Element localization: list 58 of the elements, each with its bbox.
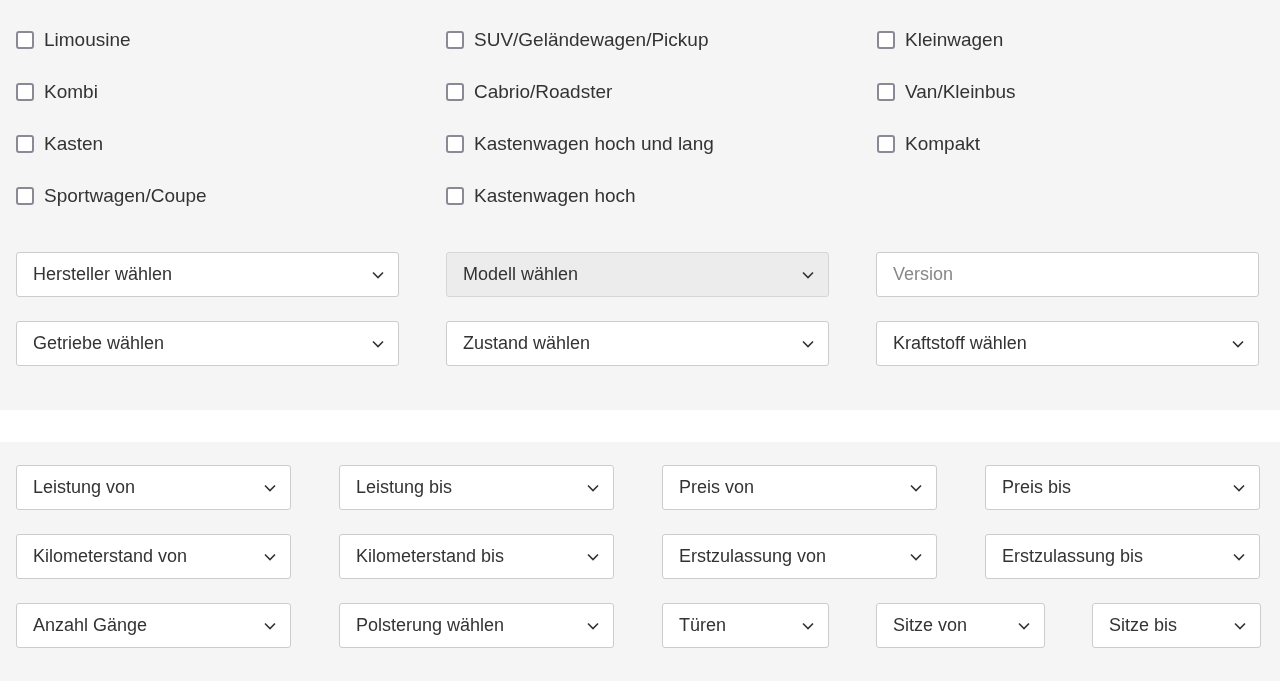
chevron-down-icon <box>264 621 276 630</box>
checkbox-label: Limousine <box>44 28 131 52</box>
checkbox[interactable] <box>446 83 464 101</box>
chevron-down-icon <box>1233 483 1245 492</box>
dropdown[interactable]: Kilometerstand bis <box>339 534 614 579</box>
checkbox-label: Sportwagen/Coupe <box>44 184 207 208</box>
chevron-down-icon <box>1018 621 1030 630</box>
dropdown[interactable]: Erstzulassung von <box>662 534 937 579</box>
dropdown[interactable]: Polsterung wählen <box>339 603 614 648</box>
chevron-down-icon <box>802 621 814 630</box>
chevron-down-icon <box>372 339 384 348</box>
dropdown[interactable]: Zustand wählen <box>446 321 829 366</box>
chevron-down-icon <box>264 483 276 492</box>
chevron-down-icon <box>372 270 384 279</box>
checkbox[interactable] <box>16 187 34 205</box>
chevron-down-icon <box>264 552 276 561</box>
checkbox[interactable] <box>446 31 464 49</box>
version-field[interactable]: Version <box>876 252 1259 297</box>
chevron-down-icon <box>1233 552 1245 561</box>
checkbox[interactable] <box>16 31 34 49</box>
chevron-down-icon <box>1234 621 1246 630</box>
dropdown[interactable]: Kraftstoff wählen <box>876 321 1259 366</box>
dropdown[interactable]: Preis bis <box>985 465 1260 510</box>
chevron-down-icon <box>910 483 922 492</box>
dropdown[interactable]: Leistung von <box>16 465 291 510</box>
chevron-down-icon <box>587 621 599 630</box>
chevron-down-icon <box>802 270 814 279</box>
dropdown[interactable]: Hersteller wählen <box>16 252 399 297</box>
checkbox[interactable] <box>16 83 34 101</box>
dropdown[interactable]: Preis von <box>662 465 937 510</box>
checkbox-label: Van/Kleinbus <box>905 80 1016 104</box>
checkbox-label: Kleinwagen <box>905 28 1004 52</box>
checkbox[interactable] <box>877 135 895 153</box>
checkbox-label: Kombi <box>44 80 98 104</box>
chevron-down-icon <box>587 552 599 561</box>
checkbox-label: Kastenwagen hoch <box>474 184 636 208</box>
checkbox[interactable] <box>446 187 464 205</box>
dropdown[interactable]: Sitze bis <box>1092 603 1261 648</box>
checkbox[interactable] <box>16 135 34 153</box>
chevron-down-icon <box>910 552 922 561</box>
dropdown[interactable]: Kilometerstand von <box>16 534 291 579</box>
checkbox[interactable] <box>877 83 895 101</box>
dropdown[interactable]: Sitze von <box>876 603 1045 648</box>
chevron-down-icon <box>587 483 599 492</box>
checkbox-label: Cabrio/Roadster <box>474 80 613 104</box>
dropdown[interactable]: Anzahl Gänge <box>16 603 291 648</box>
checkbox-label: Kasten <box>44 132 104 156</box>
dropdown[interactable]: Leistung bis <box>339 465 614 510</box>
dropdown[interactable]: Türen <box>662 603 829 648</box>
checkbox-label: Kastenwagen hoch und lang <box>474 132 714 156</box>
checkbox[interactable] <box>446 135 464 153</box>
chevron-down-icon <box>802 339 814 348</box>
checkbox[interactable] <box>877 31 895 49</box>
dropdown[interactable]: Getriebe wählen <box>16 321 399 366</box>
chevron-down-icon <box>1232 339 1244 348</box>
checkbox-label: Kompakt <box>905 132 980 156</box>
dropdown[interactable]: Erstzulassung bis <box>985 534 1260 579</box>
checkbox-label: SUV/Geländewagen/Pickup <box>474 28 709 52</box>
